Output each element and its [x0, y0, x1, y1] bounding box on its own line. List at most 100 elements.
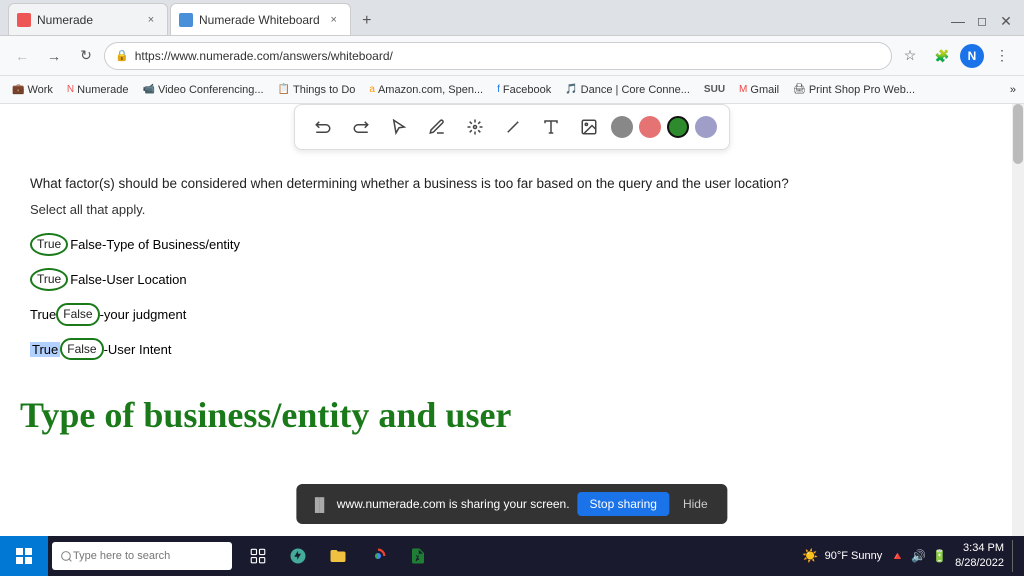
- tab-numerade-favicon: [17, 13, 31, 27]
- windows-logo: [16, 548, 32, 564]
- bookmark-todo-label: Things to Do: [293, 84, 355, 96]
- option-4: True False -User Intent: [30, 338, 982, 361]
- sys-tray: 🔺 🔊 🔋: [886, 549, 951, 563]
- minimize-button[interactable]: —: [948, 11, 968, 31]
- reload-button[interactable]: ↻: [72, 42, 100, 70]
- bookmark-numerade[interactable]: N Numerade: [63, 82, 133, 98]
- tab-numerade-close[interactable]: ×: [143, 12, 159, 28]
- stop-sharing-button[interactable]: Stop sharing: [578, 492, 669, 516]
- text-tool[interactable]: [535, 111, 567, 143]
- image-tool[interactable]: [573, 111, 605, 143]
- profile-icon[interactable]: N: [960, 44, 984, 68]
- taskbar-app-icons: [240, 536, 436, 576]
- option-3-true: True: [30, 307, 56, 322]
- back-button[interactable]: ←: [8, 42, 36, 70]
- color-green[interactable]: [667, 116, 689, 138]
- forward-button[interactable]: →: [40, 42, 68, 70]
- whiteboard-toolbar: [294, 104, 730, 150]
- sharing-icon: ▐▌: [310, 497, 328, 512]
- bookmark-icon[interactable]: ☆: [896, 42, 924, 70]
- volume-icon[interactable]: 🔊: [911, 549, 926, 563]
- tab-whiteboard[interactable]: Numerade Whiteboard ×: [170, 3, 351, 35]
- tab-bar: Numerade × Numerade Whiteboard × + — ◻ ✕: [0, 0, 1024, 36]
- option-1-true-circled: True: [30, 233, 68, 256]
- taskbar-search-input[interactable]: [73, 550, 203, 562]
- maximize-button[interactable]: ◻: [972, 11, 992, 31]
- bookmark-facebook-label: Facebook: [503, 84, 551, 96]
- bookmarks-more-button[interactable]: »: [1010, 84, 1016, 96]
- nav-bar: ← → ↻ 🔒 https://www.numerade.com/answers…: [0, 36, 1024, 76]
- bookmark-printshop-icon: 🖨: [793, 84, 806, 95]
- option-1-false: False-Type of Business/entity: [70, 237, 240, 252]
- bookmark-gmail-icon: M: [739, 84, 747, 95]
- redo-button[interactable]: [345, 111, 377, 143]
- time-display: 3:34 PM: [955, 541, 1004, 556]
- tab-numerade[interactable]: Numerade ×: [8, 3, 168, 35]
- nav-right-icons: ☆ 🧩 N ⋮: [896, 42, 1016, 70]
- line-tool[interactable]: [497, 111, 529, 143]
- bookmark-suu-label: SUU: [704, 84, 725, 95]
- excel-icon[interactable]: [400, 536, 436, 576]
- browser-window: Numerade × Numerade Whiteboard × + — ◻ ✕…: [0, 0, 1024, 536]
- option-4-true-highlighted: True: [30, 342, 60, 357]
- tab-whiteboard-close[interactable]: ×: [326, 12, 342, 28]
- sharing-message: www.numerade.com is sharing your screen.: [337, 497, 570, 511]
- edge-icon[interactable]: [280, 536, 316, 576]
- bookmark-printshop-label: Print Shop Pro Web...: [809, 84, 915, 96]
- task-view-button[interactable]: [240, 536, 276, 576]
- select-tool[interactable]: [383, 111, 415, 143]
- sys-tray-icons: ☀️ 90°F Sunny: [802, 548, 882, 564]
- bookmark-work-icon: 💼: [12, 84, 24, 95]
- color-gray[interactable]: [611, 116, 633, 138]
- bookmark-todo[interactable]: 📋 Things to Do: [274, 82, 360, 98]
- tab-numerade-title: Numerade: [37, 13, 137, 27]
- bookmark-video-conf[interactable]: 📹 Video Conferencing...: [139, 82, 268, 98]
- address-bar[interactable]: 🔒 https://www.numerade.com/answers/white…: [104, 42, 892, 70]
- bookmark-video-conf-icon: 📹: [143, 84, 155, 95]
- bookmark-numerade-label: Numerade: [77, 84, 128, 96]
- battery-icon[interactable]: 🔋: [932, 549, 947, 563]
- close-window-button[interactable]: ✕: [996, 11, 1016, 31]
- option-3: True False -your judgment: [30, 303, 982, 326]
- option-4-false-circled: False: [60, 338, 103, 361]
- weather-icon: ☀️: [802, 548, 818, 564]
- bookmark-amazon[interactable]: a Amazon.com, Spen...: [365, 82, 487, 98]
- bookmark-work[interactable]: 💼 Work: [8, 82, 57, 98]
- menu-icon[interactable]: ⋮: [988, 42, 1016, 70]
- scrollbar[interactable]: [1012, 104, 1024, 536]
- bookmark-todo-icon: 📋: [278, 84, 290, 95]
- draw-tool[interactable]: [421, 111, 453, 143]
- taskbar-search-area[interactable]: [52, 542, 232, 570]
- chrome-icon[interactable]: [360, 536, 396, 576]
- color-purple[interactable]: [695, 116, 717, 138]
- bookmark-facebook[interactable]: f Facebook: [493, 82, 555, 98]
- undo-button[interactable]: [307, 111, 339, 143]
- bookmark-dance-icon: 🎵: [565, 84, 577, 95]
- new-tab-button[interactable]: +: [353, 7, 381, 35]
- explorer-icon[interactable]: [320, 536, 356, 576]
- bookmark-suu[interactable]: SUU: [700, 82, 729, 97]
- tab-whiteboard-favicon: [179, 13, 193, 27]
- select-all-text: Select all that apply.: [30, 202, 982, 217]
- hide-banner-button[interactable]: Hide: [677, 493, 714, 515]
- extensions-icon[interactable]: 🧩: [928, 42, 956, 70]
- bookmark-printshop[interactable]: 🖨 Print Shop Pro Web...: [789, 82, 919, 98]
- option-2: True False-User Location: [30, 268, 982, 291]
- bookmarks-bar: 💼 Work N Numerade 📹 Video Conferencing..…: [0, 76, 1024, 104]
- sharing-banner: ▐▌ www.numerade.com is sharing your scre…: [296, 484, 727, 524]
- bookmark-video-conf-label: Video Conferencing...: [158, 84, 264, 96]
- show-desktop-button[interactable]: [1012, 540, 1016, 572]
- shapes-tool[interactable]: [459, 111, 491, 143]
- network-icon[interactable]: 🔺: [890, 549, 905, 563]
- option-3-text: -your judgment: [100, 307, 187, 322]
- taskbar: ☀️ 90°F Sunny 🔺 🔊 🔋 3:34 PM 8/28/2022: [0, 536, 1024, 576]
- question-text: What factor(s) should be considered when…: [30, 174, 982, 194]
- bookmark-gmail[interactable]: M Gmail: [735, 82, 783, 98]
- bookmark-dance[interactable]: 🎵 Dance | Core Conne...: [561, 82, 694, 98]
- start-button[interactable]: [0, 536, 48, 576]
- scrollbar-thumb[interactable]: [1013, 104, 1023, 164]
- bookmark-facebook-icon: f: [497, 84, 500, 95]
- lock-icon: 🔒: [115, 49, 129, 62]
- options-list: True False-Type of Business/entity True …: [30, 233, 982, 360]
- color-red[interactable]: [639, 116, 661, 138]
